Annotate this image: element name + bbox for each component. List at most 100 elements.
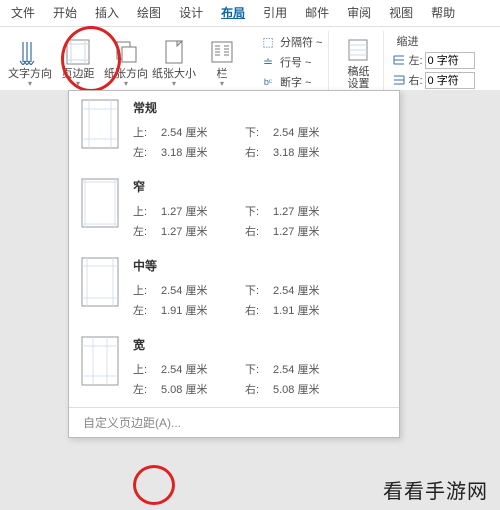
ribbon-group-breaks: ⬚ 分隔符 ~ ≐ 行号 ~ bᶜ 断字 ~ xyxy=(254,31,329,93)
preset-top: 2.54 厘米 xyxy=(161,282,245,298)
hyphenation-button[interactable]: bᶜ 断字 ~ xyxy=(258,73,324,91)
margin-preset-normal-icon xyxy=(81,99,119,149)
gaozhi-sub: 设置 xyxy=(347,78,369,90)
label-bottom: 下: xyxy=(245,124,273,140)
chevron-down-icon: ▾ xyxy=(28,79,32,88)
columns-button[interactable]: 栏 ▾ xyxy=(198,31,246,95)
preset-name: 常规 xyxy=(133,99,387,116)
chevron-down-icon: ▾ xyxy=(76,79,80,88)
paper-size-button[interactable]: 纸张大小 ▾ xyxy=(150,31,198,95)
margins-dropdown: 常规 上: 2.54 厘米 下: 2.54 厘米 左: 3.18 厘米 右: 3… xyxy=(68,90,400,438)
menu-view[interactable]: 视图 xyxy=(380,0,422,26)
layout-ribbon: 文字方向 ▾ 页边距 ▾ 纸张方向 ▾ xyxy=(0,27,500,98)
indent-left-icon xyxy=(392,53,406,67)
label-top: 上: xyxy=(133,124,161,140)
indent-left-row: 左: xyxy=(392,51,474,69)
ribbon-group-gaozhi: 稿纸 设置 xyxy=(333,31,384,95)
preset-bottom: 1.27 厘米 xyxy=(273,203,357,219)
text-direction-icon xyxy=(16,38,44,66)
label-left: 左: xyxy=(133,223,161,239)
preset-bottom: 2.54 厘米 xyxy=(273,124,357,140)
watermark-text: 看看手游网 xyxy=(383,475,488,504)
preset-right: 3.18 厘米 xyxy=(273,144,357,160)
menu-layout[interactable]: 布局 xyxy=(212,0,254,26)
columns-icon xyxy=(208,38,236,66)
margin-preset-wide[interactable]: 宽 上: 2.54 厘米 下: 2.54 厘米 左: 5.08 厘米 右: 5.… xyxy=(69,328,399,407)
margin-preset-narrow-icon xyxy=(81,178,119,228)
margins-button[interactable]: 页边距 ▾ xyxy=(54,31,102,95)
preset-left: 1.27 厘米 xyxy=(161,223,245,239)
preset-bottom: 2.54 厘米 xyxy=(273,282,357,298)
breaks-button[interactable]: ⬚ 分隔符 ~ xyxy=(258,33,324,51)
menu-bar: 文件 开始 插入 绘图 设计 布局 引用 邮件 审阅 视图 帮助 xyxy=(0,0,500,27)
ribbon-group-page-setup: 文字方向 ▾ 页边距 ▾ 纸张方向 ▾ xyxy=(2,31,250,95)
preset-top: 2.54 厘米 xyxy=(161,361,245,377)
margins-icon xyxy=(64,38,92,66)
text-direction-button[interactable]: 文字方向 ▾ xyxy=(6,31,54,95)
margin-preset-moderate[interactable]: 中等 上: 2.54 厘米 下: 2.54 厘米 左: 1.91 厘米 右: 1… xyxy=(69,249,399,328)
indent-right-icon xyxy=(392,73,406,87)
label-bottom: 下: xyxy=(245,361,273,377)
indent-heading: 缩进 xyxy=(392,33,474,49)
menu-home[interactable]: 开始 xyxy=(44,0,86,26)
indent-right-row: 右: xyxy=(392,71,474,89)
menu-review[interactable]: 审阅 xyxy=(338,0,380,26)
indent-left-input[interactable] xyxy=(425,52,475,69)
menu-draw[interactable]: 绘图 xyxy=(128,0,170,26)
preset-name: 宽 xyxy=(133,336,387,353)
preset-top: 2.54 厘米 xyxy=(161,124,245,140)
label-right: 右: xyxy=(245,223,273,239)
preset-name: 中等 xyxy=(133,257,387,274)
preset-top: 1.27 厘米 xyxy=(161,203,245,219)
custom-margins-button[interactable]: 自定义页边距(A)... xyxy=(69,407,399,437)
preset-right: 5.08 厘米 xyxy=(273,381,357,397)
line-numbers-button[interactable]: ≐ 行号 ~ xyxy=(258,53,324,71)
preset-left: 3.18 厘米 xyxy=(161,144,245,160)
line-numbers-label: 行号 ~ xyxy=(280,54,311,70)
label-right: 右: xyxy=(245,381,273,397)
gaozhi-icon xyxy=(344,36,372,64)
breaks-label: 分隔符 ~ xyxy=(280,34,322,50)
indent-right-input[interactable] xyxy=(425,72,475,89)
hyphenation-icon: bᶜ xyxy=(260,74,276,90)
menu-insert[interactable]: 插入 xyxy=(86,0,128,26)
indent-left-label: 左: xyxy=(408,52,422,68)
orientation-button[interactable]: 纸张方向 ▾ xyxy=(102,31,150,95)
ribbon-group-indent: 缩进 左: 右: xyxy=(388,31,478,89)
preset-left: 1.91 厘米 xyxy=(161,302,245,318)
hyphenation-label: 断字 ~ xyxy=(280,74,311,90)
label-right: 右: xyxy=(245,144,273,160)
menu-file[interactable]: 文件 xyxy=(2,0,44,26)
gaozhi-button[interactable]: 稿纸 设置 xyxy=(337,31,379,95)
menu-design[interactable]: 设计 xyxy=(170,0,212,26)
breaks-icon: ⬚ xyxy=(260,34,276,50)
paper-size-icon xyxy=(160,38,188,66)
chevron-down-icon: ▾ xyxy=(172,79,176,88)
label-right: 右: xyxy=(245,302,273,318)
line-numbers-icon: ≐ xyxy=(260,54,276,70)
label-left: 左: xyxy=(133,381,161,397)
preset-right: 1.91 厘米 xyxy=(273,302,357,318)
label-top: 上: xyxy=(133,282,161,298)
margin-preset-normal[interactable]: 常规 上: 2.54 厘米 下: 2.54 厘米 左: 3.18 厘米 右: 3… xyxy=(69,91,399,170)
label-bottom: 下: xyxy=(245,203,273,219)
preset-left: 5.08 厘米 xyxy=(161,381,245,397)
label-left: 左: xyxy=(133,144,161,160)
preset-name: 窄 xyxy=(133,178,387,195)
menu-help[interactable]: 帮助 xyxy=(422,0,464,26)
label-left: 左: xyxy=(133,302,161,318)
margin-preset-narrow[interactable]: 窄 上: 1.27 厘米 下: 1.27 厘米 左: 1.27 厘米 右: 1.… xyxy=(69,170,399,249)
preset-right: 1.27 厘米 xyxy=(273,223,357,239)
chevron-down-icon: ▾ xyxy=(220,79,224,88)
margin-preset-wide-icon xyxy=(81,336,119,386)
orientation-icon xyxy=(112,38,140,66)
label-bottom: 下: xyxy=(245,282,273,298)
label-top: 上: xyxy=(133,361,161,377)
chevron-down-icon: ▾ xyxy=(124,79,128,88)
menu-references[interactable]: 引用 xyxy=(254,0,296,26)
menu-mail[interactable]: 邮件 xyxy=(296,0,338,26)
indent-right-label: 右: xyxy=(408,72,422,88)
margin-preset-moderate-icon xyxy=(81,257,119,307)
label-top: 上: xyxy=(133,203,161,219)
preset-bottom: 2.54 厘米 xyxy=(273,361,357,377)
